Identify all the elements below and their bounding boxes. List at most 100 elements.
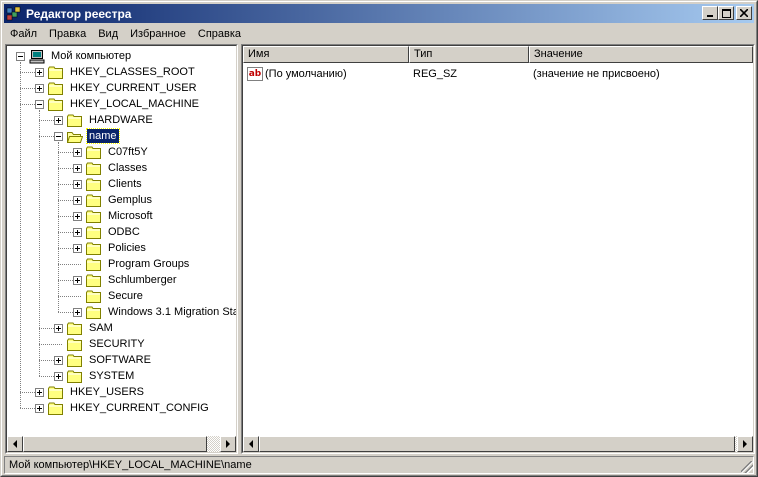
menu-file[interactable]: Файл xyxy=(4,25,43,43)
tree-connector xyxy=(39,110,40,376)
tree-connector xyxy=(20,62,21,408)
expand-icon[interactable] xyxy=(73,244,82,253)
expand-icon[interactable] xyxy=(54,356,63,365)
expand-icon[interactable] xyxy=(54,372,63,381)
tree-item[interactable]: Secure xyxy=(86,288,145,304)
tree-item[interactable]: Schlumberger xyxy=(86,272,178,288)
scroll-left-button[interactable] xyxy=(7,436,23,452)
arrow-left-icon xyxy=(13,440,17,448)
tree-item[interactable]: HKEY_LOCAL_MACHINE xyxy=(48,96,201,112)
folder-icon xyxy=(86,274,102,287)
folder-icon xyxy=(67,322,83,335)
tree-item-label: Microsoft xyxy=(108,210,153,222)
tree-item-label: SECURITY xyxy=(89,338,145,350)
tree-item[interactable]: Program Groups xyxy=(86,256,191,272)
tree-item[interactable]: Gemplus xyxy=(86,192,154,208)
tree-connector xyxy=(58,264,81,265)
expand-icon[interactable] xyxy=(73,212,82,221)
tree-item[interactable]: SECURITY xyxy=(67,336,147,352)
expand-icon[interactable] xyxy=(35,404,44,413)
tree-item-label: Classes xyxy=(108,162,148,174)
tree-item-label: HKEY_CLASSES_ROOT xyxy=(70,66,195,78)
tree-item-label: HKEY_LOCAL_MACHINE xyxy=(70,98,199,110)
column-header-name[interactable]: Имя xyxy=(243,46,409,63)
status-path: Мой компьютер\HKEY_LOCAL_MACHINE\name xyxy=(9,459,252,471)
tree-pane[interactable]: Мой компьютер HKEY_CLASSES_ROOT HKEY_CURRE… xyxy=(5,44,238,454)
tree-item[interactable]: Policies xyxy=(86,240,148,256)
expand-icon[interactable] xyxy=(54,324,63,333)
values-scroll-right-button[interactable] xyxy=(737,436,753,452)
tree-item[interactable]: ODBC xyxy=(86,224,142,240)
collapse-icon[interactable] xyxy=(35,100,44,109)
tree-item-label: ODBC xyxy=(108,226,140,238)
tree-item[interactable]: HKEY_CURRENT_CONFIG xyxy=(48,400,211,416)
tree-item[interactable]: HKEY_USERS xyxy=(48,384,146,400)
tree-item-label: Program Groups xyxy=(108,258,190,270)
tree-item[interactable]: HARDWARE xyxy=(67,112,155,128)
folder-icon xyxy=(86,210,102,223)
values-scroll-track[interactable] xyxy=(259,436,737,452)
folder-icon xyxy=(86,258,102,271)
tree-item[interactable]: Microsoft xyxy=(86,208,155,224)
tree-item[interactable]: Windows 3.1 Migration Status xyxy=(86,304,236,320)
collapse-icon[interactable] xyxy=(54,132,63,141)
tree-item[interactable]: HKEY_CLASSES_ROOT xyxy=(48,64,197,80)
expand-icon[interactable] xyxy=(35,84,44,93)
registry-tree[interactable]: Мой компьютер HKEY_CLASSES_ROOT HKEY_CURRE… xyxy=(7,46,236,435)
expand-icon[interactable] xyxy=(35,388,44,397)
tree-item[interactable]: SOFTWARE xyxy=(67,352,153,368)
expand-icon[interactable] xyxy=(73,148,82,157)
folder-icon xyxy=(67,370,83,383)
values-scroll-thumb[interactable] xyxy=(259,436,735,452)
values-pane[interactable]: Имя Тип Значение ab (По умолчанию) REG_S… xyxy=(241,44,755,454)
menu-favorites[interactable]: Избранное xyxy=(124,25,192,43)
expand-icon[interactable] xyxy=(73,164,82,173)
tree-item[interactable]: C07ft5Y xyxy=(86,144,150,160)
expand-icon[interactable] xyxy=(73,180,82,189)
tree-item-label: Мой компьютер xyxy=(51,50,132,62)
tree-item-label: HARDWARE xyxy=(89,114,153,126)
close-button[interactable] xyxy=(736,6,752,20)
title-bar[interactable]: Редактор реестра xyxy=(4,4,754,23)
menu-bar: Файл Правка Вид Избранное Справка xyxy=(4,25,247,43)
column-header-value[interactable]: Значение xyxy=(529,46,753,63)
title-buttons xyxy=(702,6,752,20)
expand-icon[interactable] xyxy=(73,276,82,285)
resize-grip[interactable] xyxy=(741,461,753,473)
tree-item-label: HKEY_CURRENT_USER xyxy=(70,82,197,94)
menu-view[interactable]: Вид xyxy=(92,25,124,43)
tree-item[interactable]: Clients xyxy=(86,176,144,192)
values-scroll-left-button[interactable] xyxy=(243,436,259,452)
expand-icon[interactable] xyxy=(73,196,82,205)
minimize-button[interactable] xyxy=(702,6,718,20)
scroll-track[interactable] xyxy=(23,436,220,452)
tree-horizontal-scrollbar[interactable] xyxy=(7,436,236,452)
column-header-type[interactable]: Тип xyxy=(409,46,529,63)
tree-item[interactable]: HKEY_CURRENT_USER xyxy=(48,80,199,96)
expand-icon[interactable] xyxy=(35,68,44,77)
tree-item[interactable]: name xyxy=(67,128,120,144)
expand-icon[interactable] xyxy=(73,228,82,237)
scroll-thumb[interactable] xyxy=(23,436,207,452)
tree-item[interactable]: SAM xyxy=(67,320,115,336)
expand-icon[interactable] xyxy=(54,116,63,125)
tree-item-label: Gemplus xyxy=(108,194,153,206)
scroll-right-button[interactable] xyxy=(220,436,236,452)
tree-item-label: C07ft5Y xyxy=(108,146,148,158)
folder-icon xyxy=(48,402,64,415)
value-row[interactable]: ab (По умолчанию) REG_SZ (значение не пр… xyxy=(243,65,660,82)
maximize-button[interactable] xyxy=(718,6,734,20)
expand-icon[interactable] xyxy=(73,308,82,317)
tree-item[interactable]: Мой компьютер xyxy=(29,48,133,64)
collapse-icon[interactable] xyxy=(16,52,25,61)
arrow-right-icon xyxy=(743,440,747,448)
menu-help[interactable]: Справка xyxy=(192,25,247,43)
value-name: (По умолчанию) xyxy=(265,67,347,80)
folder-icon xyxy=(86,226,102,239)
tree-item-label: Policies xyxy=(108,242,146,254)
menu-edit[interactable]: Правка xyxy=(43,25,92,43)
values-horizontal-scrollbar[interactable] xyxy=(243,436,753,452)
tree-item[interactable]: Classes xyxy=(86,160,149,176)
tree-item[interactable]: SYSTEM xyxy=(67,368,136,384)
arrow-right-icon xyxy=(226,440,230,448)
